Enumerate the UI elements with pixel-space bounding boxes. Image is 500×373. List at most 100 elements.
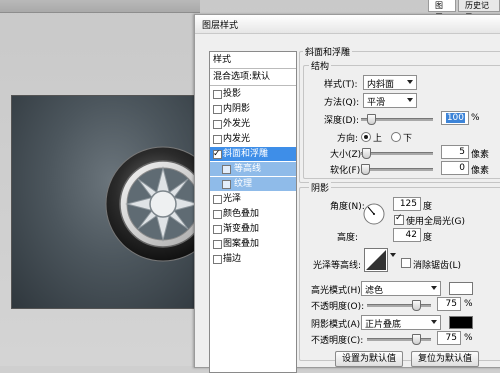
shadow-color-swatch[interactable]: [449, 316, 473, 329]
style-item-checkbox[interactable]: [213, 90, 222, 99]
style-item-checkbox[interactable]: [213, 147, 222, 161]
style-item-checkbox[interactable]: [213, 105, 222, 114]
reset-default-button[interactable]: 复位为默认值: [411, 351, 479, 367]
style-item-checkbox[interactable]: [213, 255, 222, 264]
make-default-button[interactable]: 设置为默认值: [335, 351, 403, 367]
size-slider-thumb[interactable]: [362, 148, 371, 159]
depth-input[interactable]: 100: [441, 111, 469, 125]
direction-label: 方向:: [337, 134, 359, 144]
style-dropdown[interactable]: 内斜面: [363, 75, 417, 90]
style-item-checkbox[interactable]: [213, 135, 222, 144]
style-item[interactable]: 纹理: [210, 177, 296, 191]
shadow-mode-label: 阴影模式(A):: [311, 320, 364, 330]
style-item-label: 等高线: [234, 164, 262, 174]
size-input[interactable]: 5: [441, 145, 469, 159]
technique-dropdown[interactable]: 平滑: [363, 93, 417, 108]
bevel-group-title: 斜面和浮雕: [303, 45, 353, 58]
highlight-opacity-input[interactable]: 75: [437, 297, 461, 311]
soften-unit: 像素: [471, 166, 490, 176]
shadow-mode-dropdown[interactable]: 正片叠底: [361, 315, 441, 330]
style-item[interactable]: 图案叠加: [210, 237, 296, 251]
style-item[interactable]: 颜色叠加: [210, 207, 296, 221]
style-item-label: 颜色叠加: [223, 209, 260, 219]
style-item-label: 斜面和浮雕: [223, 149, 269, 159]
chevron-down-icon: [431, 286, 437, 290]
layer-style-dialog: 图层样式 样式 混合选项:默认 投影内阴影外发光内发光斜面和浮雕等高线纹理光泽颜…: [194, 14, 500, 373]
style-item-checkbox[interactable]: [222, 165, 231, 174]
angle-dial[interactable]: [363, 203, 385, 225]
style-item-checkbox[interactable]: [213, 210, 222, 219]
highlight-opacity-label: 不透明度(O):: [311, 302, 365, 312]
document-canvas[interactable]: [11, 95, 221, 309]
style-item[interactable]: 光泽: [210, 192, 296, 206]
highlight-opacity-thumb[interactable]: [412, 300, 421, 311]
style-item-label: 纹理: [234, 179, 253, 189]
document-tab-strip: [0, 0, 200, 13]
direction-up-radio[interactable]: [361, 132, 371, 142]
dialog-title: 图层样式: [202, 21, 239, 31]
soften-slider[interactable]: [361, 164, 433, 175]
anti-alias-checkbox[interactable]: [401, 258, 411, 268]
highlight-mode-label: 高光模式(H):: [311, 286, 364, 296]
style-item-checkbox[interactable]: [213, 240, 222, 249]
shading-title: 阴影: [309, 181, 332, 194]
structure-title: 结构: [309, 59, 332, 72]
dialog-titlebar[interactable]: 图层样式: [195, 15, 500, 34]
global-light-checkbox[interactable]: [394, 213, 404, 225]
direction-down-radio[interactable]: [391, 132, 401, 142]
style-item-label: 描边: [223, 254, 242, 264]
style-item[interactable]: 渐变叠加: [210, 222, 296, 236]
highlight-opacity-unit: %: [464, 299, 473, 309]
angle-input[interactable]: 125: [393, 197, 421, 211]
style-item-checkbox[interactable]: [213, 195, 222, 204]
panel-tabs: 图层 历史记录: [426, 0, 500, 22]
angle-label: 角度(N):: [330, 202, 365, 212]
style-item[interactable]: 内发光: [210, 132, 296, 146]
style-item[interactable]: 投影: [210, 87, 296, 101]
size-unit: 像素: [471, 150, 490, 160]
style-item[interactable]: 外发光: [210, 117, 296, 131]
depth-label: 深度(D):: [324, 116, 359, 126]
style-item[interactable]: 内阴影: [210, 102, 296, 116]
style-item-label: 内发光: [223, 134, 251, 144]
depth-slider-thumb[interactable]: [367, 114, 376, 125]
highlight-color-swatch[interactable]: [449, 282, 473, 295]
highlight-opacity-slider[interactable]: [367, 300, 431, 311]
blend-options-item[interactable]: 混合选项:默认: [210, 70, 296, 84]
gloss-contour-picker[interactable]: [364, 248, 388, 272]
style-item-label: 渐变叠加: [223, 224, 260, 234]
size-slider[interactable]: [361, 148, 433, 159]
style-item-checkbox[interactable]: [213, 120, 222, 129]
tab-layers[interactable]: 图层: [428, 0, 456, 22]
shadow-opacity-slider[interactable]: [367, 334, 431, 345]
global-light-label: 使用全局光(G): [406, 217, 465, 227]
style-item[interactable]: 斜面和浮雕: [210, 147, 296, 161]
soften-label: 软化(F):: [330, 166, 364, 176]
direction-down-label: 下: [403, 134, 413, 144]
style-list-header[interactable]: 样式: [210, 53, 296, 67]
style-item-label: 投影: [223, 89, 242, 99]
chevron-down-icon[interactable]: [390, 253, 396, 257]
style-item-label: 图案叠加: [223, 239, 260, 249]
size-label: 大小(Z):: [330, 150, 365, 160]
soften-input[interactable]: 0: [441, 161, 469, 175]
chevron-down-icon: [407, 80, 413, 84]
gloss-contour-label: 光泽等高线:: [313, 261, 362, 271]
style-item-checkbox[interactable]: [213, 225, 222, 234]
style-item[interactable]: 描边: [210, 252, 296, 266]
depth-slider[interactable]: [361, 114, 433, 125]
highlight-mode-dropdown[interactable]: 滤色: [361, 281, 441, 296]
altitude-input[interactable]: 42: [393, 228, 421, 242]
style-item-label: 光泽: [223, 194, 242, 204]
tab-history[interactable]: 历史记录: [458, 0, 500, 22]
technique-label: 方法(Q):: [324, 98, 360, 108]
style-item-checkbox[interactable]: [222, 180, 231, 189]
style-label: 样式(T):: [324, 80, 358, 90]
altitude-unit: 度: [423, 233, 433, 243]
shadow-opacity-input[interactable]: 75: [437, 331, 461, 345]
altitude-label: 高度:: [337, 233, 359, 243]
direction-up-label: 上: [373, 134, 383, 144]
style-item[interactable]: 等高线: [210, 162, 296, 176]
soften-slider-thumb[interactable]: [361, 164, 370, 175]
shadow-opacity-thumb[interactable]: [412, 334, 421, 345]
